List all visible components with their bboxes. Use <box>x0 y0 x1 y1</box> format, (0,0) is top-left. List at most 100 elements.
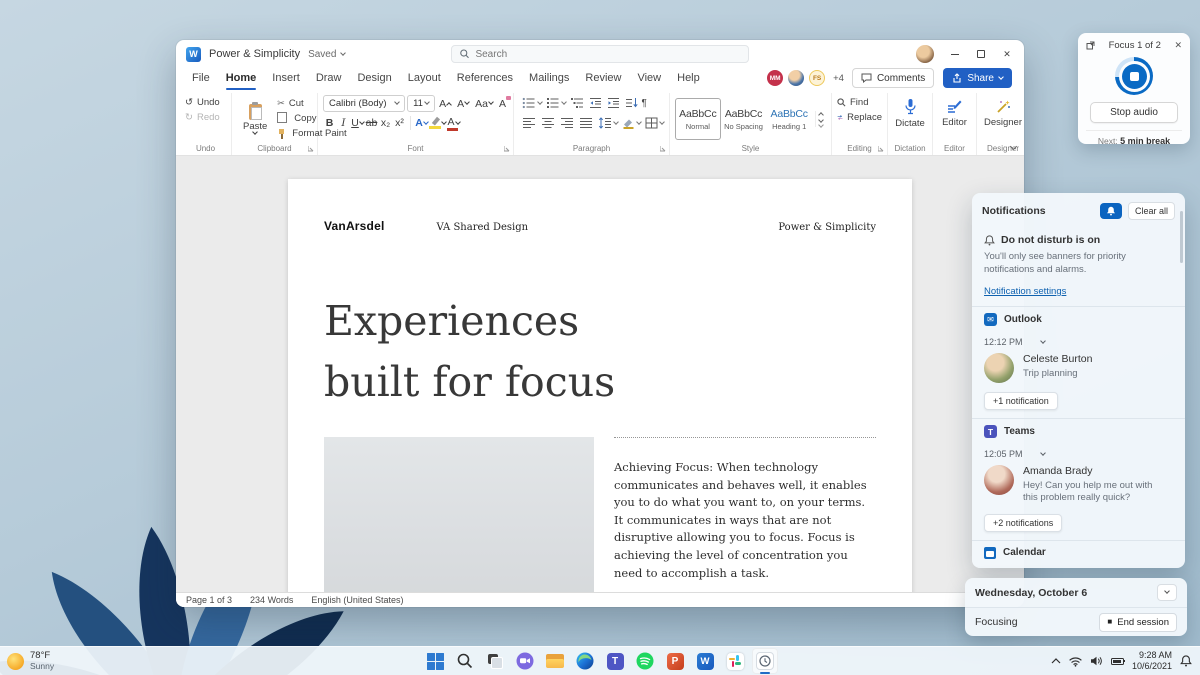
align-left-button[interactable] <box>519 115 538 131</box>
paste-button[interactable]: Paste <box>237 102 273 135</box>
align-right-button[interactable] <box>557 115 576 131</box>
comments-button[interactable]: Comments <box>851 68 935 88</box>
task-view-button[interactable] <box>482 648 508 674</box>
teams-button[interactable]: T <box>602 648 628 674</box>
document-page[interactable]: VanArsdel VA Shared Design Power & Simpl… <box>288 179 912 592</box>
battery-icon[interactable] <box>1110 657 1126 665</box>
clipboard-dialog-launcher[interactable] <box>308 146 314 152</box>
shading-button[interactable] <box>619 115 642 131</box>
dnd-toggle-button[interactable] <box>1099 203 1122 219</box>
notification-settings-link[interactable]: Notification settings <box>984 286 1066 297</box>
collaborator-overflow-count[interactable]: +4 <box>833 73 844 84</box>
subscript-button[interactable]: x₂ <box>379 115 392 131</box>
taskbar-weather-widget[interactable]: 78°F Sunny <box>7 650 54 671</box>
spotify-button[interactable] <box>632 648 658 674</box>
style-gallery-more[interactable] <box>818 121 824 128</box>
editor-button[interactable]: Editor <box>938 95 971 128</box>
word-count[interactable]: 234 Words <box>250 595 293 605</box>
tab-design[interactable]: Design <box>349 68 399 88</box>
taskbar-clock[interactable]: 9:28 AM 10/6/2021 <box>1132 650 1172 672</box>
focus-progress-ring[interactable] <box>1115 57 1153 95</box>
maximize-button[interactable] <box>968 44 994 64</box>
scrollbar[interactable] <box>1180 211 1183 263</box>
start-button[interactable] <box>422 648 448 674</box>
popout-icon[interactable] <box>1086 41 1095 50</box>
underline-button[interactable]: U <box>351 115 365 131</box>
style-heading-1[interactable]: AaBbCc Heading 1 <box>766 98 812 140</box>
search-input[interactable] <box>475 48 740 60</box>
designer-button[interactable]: Designer <box>982 95 1024 128</box>
chevron-down-icon[interactable] <box>1039 449 1046 456</box>
wifi-icon[interactable] <box>1069 656 1082 667</box>
style-normal[interactable]: AaBbCc Normal <box>675 98 721 140</box>
close-icon[interactable]: ✕ <box>1174 40 1182 51</box>
multilevel-list-button[interactable] <box>567 95 586 111</box>
tab-view[interactable]: View <box>629 68 669 88</box>
font-name-select[interactable]: Calibri (Body) <box>323 95 406 112</box>
file-explorer-button[interactable] <box>542 648 568 674</box>
numbering-button[interactable] <box>543 95 567 111</box>
chat-button[interactable] <box>512 648 538 674</box>
redo-button[interactable]: ↻ Redo <box>185 110 226 125</box>
notification-center-bell-icon[interactable] <box>1180 655 1192 667</box>
more-notifications-button[interactable]: +1 notification <box>984 392 1058 411</box>
collapse-flyout-button[interactable] <box>1157 584 1177 601</box>
sort-button[interactable] <box>622 95 640 111</box>
word-search-box[interactable] <box>451 45 749 63</box>
language-indicator[interactable]: English (United States) <box>311 595 403 605</box>
tab-draw[interactable]: Draw <box>308 68 350 88</box>
tab-layout[interactable]: Layout <box>400 68 449 88</box>
strikethrough-button[interactable]: ab <box>365 115 378 131</box>
close-button[interactable]: ✕ <box>994 44 1020 64</box>
grow-font-button[interactable]: A <box>437 95 453 112</box>
highlight-button[interactable] <box>429 115 447 131</box>
doc-image[interactable] <box>324 437 594 592</box>
teams-notification[interactable]: 12:05 PM Amanda Brady Hey! Can you help … <box>972 443 1185 540</box>
autosave-status[interactable]: Saved <box>308 49 347 60</box>
dictate-button[interactable]: Dictate <box>893 95 927 129</box>
volume-icon[interactable] <box>1090 656 1103 666</box>
superscript-button[interactable]: x² <box>393 115 406 131</box>
text-effects-button[interactable]: A <box>415 115 429 131</box>
borders-button[interactable] <box>642 115 665 131</box>
end-session-button[interactable]: ■ End session <box>1099 612 1177 632</box>
clear-formatting-button[interactable]: A <box>497 95 512 112</box>
italic-button[interactable]: I <box>337 115 350 131</box>
increase-indent-button[interactable] <box>604 95 622 111</box>
shrink-font-button[interactable]: A <box>455 95 471 112</box>
teams-section-header[interactable]: T Teams <box>972 418 1185 443</box>
page-indicator[interactable]: Page 1 of 3 <box>186 595 232 605</box>
stop-audio-button[interactable]: Stop audio <box>1090 102 1178 123</box>
line-spacing-button[interactable] <box>595 115 619 131</box>
tab-help[interactable]: Help <box>669 68 708 88</box>
font-color-button[interactable]: A <box>447 115 461 131</box>
justify-button[interactable] <box>576 115 595 131</box>
paragraph-dialog-launcher[interactable] <box>660 146 666 152</box>
replace-button[interactable]: Replace <box>837 110 882 125</box>
calendar-section-header[interactable]: Calendar <box>972 539 1185 564</box>
taskbar-search-button[interactable] <box>452 648 478 674</box>
collaborator-avatar-photo[interactable] <box>788 70 805 86</box>
bold-button[interactable]: B <box>323 115 336 131</box>
account-avatar[interactable] <box>916 45 934 63</box>
edge-button[interactable] <box>572 648 598 674</box>
collaborator-avatar-mm[interactable]: MM <box>767 70 784 86</box>
clock-app-button[interactable] <box>752 648 778 674</box>
tab-insert[interactable]: Insert <box>264 68 308 88</box>
bullets-button[interactable] <box>519 95 543 111</box>
chevron-down-icon[interactable] <box>1039 337 1046 344</box>
hidden-icons-chevron[interactable] <box>1051 658 1061 664</box>
find-button[interactable]: Find <box>837 95 882 110</box>
outlook-notification[interactable]: 12:12 PM Celeste Burton Trip planning +1… <box>972 331 1185 418</box>
powerpoint-button[interactable]: P <box>662 648 688 674</box>
style-no-spacing[interactable]: AaBbCc No Spacing <box>721 98 767 140</box>
font-dialog-launcher[interactable] <box>504 146 510 152</box>
change-case-button[interactable]: Aa <box>473 95 495 112</box>
tab-home[interactable]: Home <box>218 68 265 90</box>
minimize-button[interactable] <box>942 44 968 64</box>
more-notifications-button[interactable]: +2 notifications <box>984 513 1063 532</box>
align-center-button[interactable] <box>538 115 557 131</box>
tab-mailings[interactable]: Mailings <box>521 68 577 88</box>
undo-button[interactable]: ↺ Undo <box>185 95 226 110</box>
slack-button[interactable] <box>722 648 748 674</box>
